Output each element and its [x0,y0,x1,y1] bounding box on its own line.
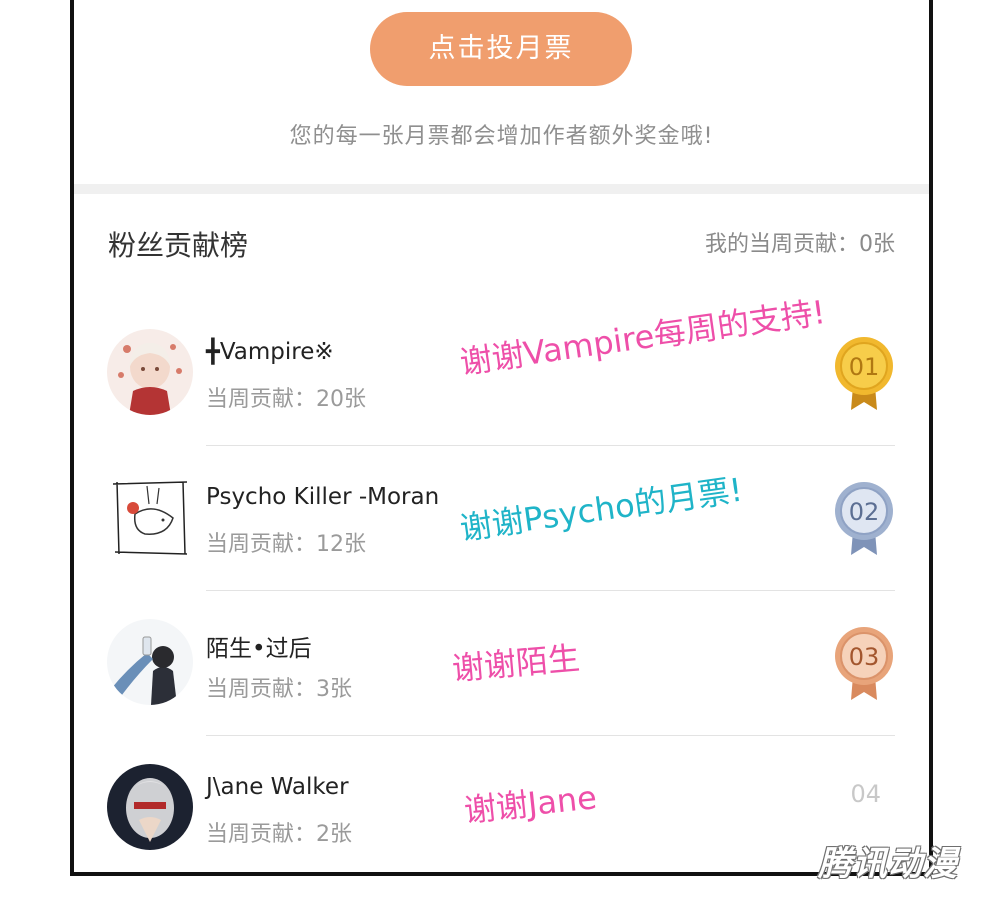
rank-number: 03 [849,643,880,671]
person-drinking-avatar[interactable] [107,619,193,705]
monthly-vote-button[interactable]: 点击投月票 [370,12,632,86]
fan-name: 陌生•过后 [206,636,312,662]
app-frame: 点击投月票 您的每一张月票都会增加作者额外奖金哦! 粉丝贡献榜 我的当周贡献：0… [70,0,933,876]
masked-face-avatar[interactable] [107,764,193,850]
anime-girl-avatar[interactable] [107,329,193,415]
sketch-bird-avatar[interactable] [107,474,193,560]
fan-ranking-title: 粉丝贡献榜 [108,229,249,262]
gold-medal-icon: 01 [833,336,895,414]
fan-name: ╋Vampire※ [206,339,334,365]
rank-number: 01 [849,353,880,381]
fan-name: Psycho Killer -Moran [206,484,440,510]
weekly-contribution: 当周贡献：12张 [206,532,366,557]
my-weekly-contribution: 我的当周贡献：0张 [705,232,895,257]
vote-subtitle: 您的每一张月票都会增加作者额外奖金哦! [289,124,714,149]
bronze-medal-icon: 03 [833,626,895,704]
weekly-contribution: 当周贡献：3张 [206,677,352,702]
fan-name: J\ane Walker [206,774,349,800]
silver-medal-icon: 02 [833,481,895,559]
watermark-logo: 腾讯动漫 [818,844,958,884]
rank-number: 02 [849,498,880,526]
section-divider [74,184,929,194]
weekly-contribution: 当周贡献：2张 [206,822,352,847]
weekly-contribution: 当周贡献：20张 [206,387,366,412]
rank-number: 04 [850,780,881,808]
